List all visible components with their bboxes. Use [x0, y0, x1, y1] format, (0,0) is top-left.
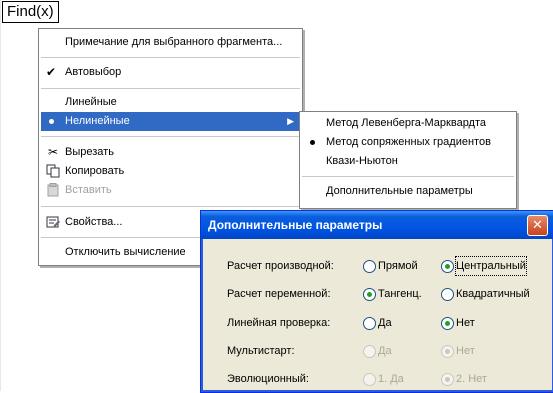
dialog-titlebar[interactable]: Дополнительные параметры ✕	[201, 211, 553, 239]
submenu-item-lm-label: Метод Левенберга-Марквардта	[326, 117, 487, 129]
menu-item-copy-label: Копировать	[65, 165, 125, 177]
variable-row: Расчет переменной: Тангенц. Квадратичный	[215, 285, 545, 303]
linesearch-row: Линейная проверка: Да Нет	[215, 314, 545, 332]
menu-item-note-label: Примечание для выбранного фрагмента...	[65, 36, 283, 48]
paste-icon	[45, 183, 61, 198]
menu-item-cut[interactable]: ✂ Вырезать	[41, 143, 300, 162]
menu-separator	[41, 136, 300, 138]
radio-bullet-icon	[310, 140, 315, 145]
menu-item-linear[interactable]: Линейные	[41, 93, 300, 112]
nonlinear-submenu: Метод Левенберга-Марквардта Метод сопряж…	[299, 111, 517, 209]
scissors-icon: ✂	[47, 145, 59, 159]
evolutionary-no-label: 2. Нет	[456, 373, 487, 385]
submenu-item-conjugate-gradient[interactable]: Метод сопряженных градиентов	[302, 133, 514, 152]
menu-item-nonlinear-label: Нелинейные	[65, 115, 130, 127]
menu-item-nonlinear[interactable]: Нелинейные ▶	[41, 112, 300, 131]
menu-item-note[interactable]: Примечание для выбранного фрагмента...	[41, 33, 300, 52]
copy-icon	[45, 164, 61, 179]
linesearch-no-label: Нет	[456, 317, 475, 329]
multistart-yes-label: Да	[378, 345, 392, 357]
multistart-label: Мультистарт:	[227, 345, 295, 357]
derivative-row: Расчет производной: Прямой Центральный	[215, 256, 545, 276]
variable-label: Расчет переменной:	[227, 288, 331, 300]
submenu-item-quasi-newton[interactable]: Квази-Ньютон	[302, 152, 514, 171]
variable-quadratic-label: Квадратичный	[456, 288, 530, 300]
derivative-central-label: Центральный	[455, 256, 527, 276]
menu-item-disable-calc-label: Отключить вычисление	[65, 246, 186, 258]
submenu-arrow-icon: ▶	[287, 116, 294, 126]
derivative-forward-label: Прямой	[378, 260, 418, 272]
multistart-no-label: Нет	[456, 345, 475, 357]
menu-separator	[41, 206, 300, 208]
submenu-item-levenberg-marquardt[interactable]: Метод Левенберга-Марквардта	[302, 114, 514, 133]
variable-tangent-label: Тангенц.	[378, 288, 422, 300]
radio-selected-icon	[441, 260, 454, 273]
radio-icon	[363, 317, 376, 330]
menu-item-autoselect-label: Автовыбор	[65, 66, 122, 78]
dialog-title: Дополнительные параметры	[208, 218, 383, 232]
evolutionary-yes-label: 1. Да	[378, 373, 404, 385]
derivative-label: Расчет производной:	[227, 260, 334, 272]
menu-item-autoselect[interactable]: ✔ Автовыбор	[41, 63, 300, 82]
menu-separator	[41, 88, 300, 90]
properties-icon	[45, 215, 61, 230]
radio-selected-icon	[441, 317, 454, 330]
multistart-row: Мультистарт: Да Нет	[215, 342, 545, 360]
menu-item-linear-label: Линейные	[65, 96, 117, 108]
checkmark-icon: ✔	[46, 65, 57, 79]
advanced-options-dialog: Дополнительные параметры ✕ Расчет произв…	[200, 210, 553, 393]
submenu-item-advanced-label: Дополнительные параметры	[326, 185, 473, 197]
menu-separator	[41, 57, 300, 59]
radio-selected-icon	[363, 288, 376, 301]
grid-line	[0, 0, 1, 391]
radio-icon	[363, 373, 376, 386]
linesearch-label: Линейная проверка:	[227, 317, 331, 329]
submenu-item-advanced[interactable]: Дополнительные параметры	[302, 182, 514, 201]
linesearch-yes-label: Да	[378, 317, 392, 329]
radio-selected-icon	[441, 345, 454, 358]
radio-bullet-icon	[49, 119, 54, 124]
menu-item-paste[interactable]: Вставить	[41, 181, 300, 200]
radio-icon	[363, 260, 376, 273]
close-button[interactable]: ✕	[527, 215, 548, 236]
formula-cell[interactable]: Find(x)	[2, 1, 59, 23]
menu-item-properties-label: Свойства...	[65, 216, 123, 228]
radio-icon	[441, 288, 454, 301]
submenu-item-cg-label: Метод сопряженных градиентов	[326, 136, 491, 148]
submenu-item-qn-label: Квази-Ньютон	[326, 155, 398, 167]
evolutionary-row: Эволюционный: 1. Да 2. Нет	[215, 370, 545, 388]
radio-selected-icon	[441, 373, 454, 386]
menu-item-copy[interactable]: Копировать	[41, 162, 300, 181]
menu-separator	[302, 176, 514, 178]
radio-icon	[363, 345, 376, 358]
evolutionary-label: Эволюционный:	[227, 373, 309, 385]
menu-item-cut-label: Вырезать	[65, 146, 114, 158]
menu-item-paste-label: Вставить	[65, 184, 112, 196]
